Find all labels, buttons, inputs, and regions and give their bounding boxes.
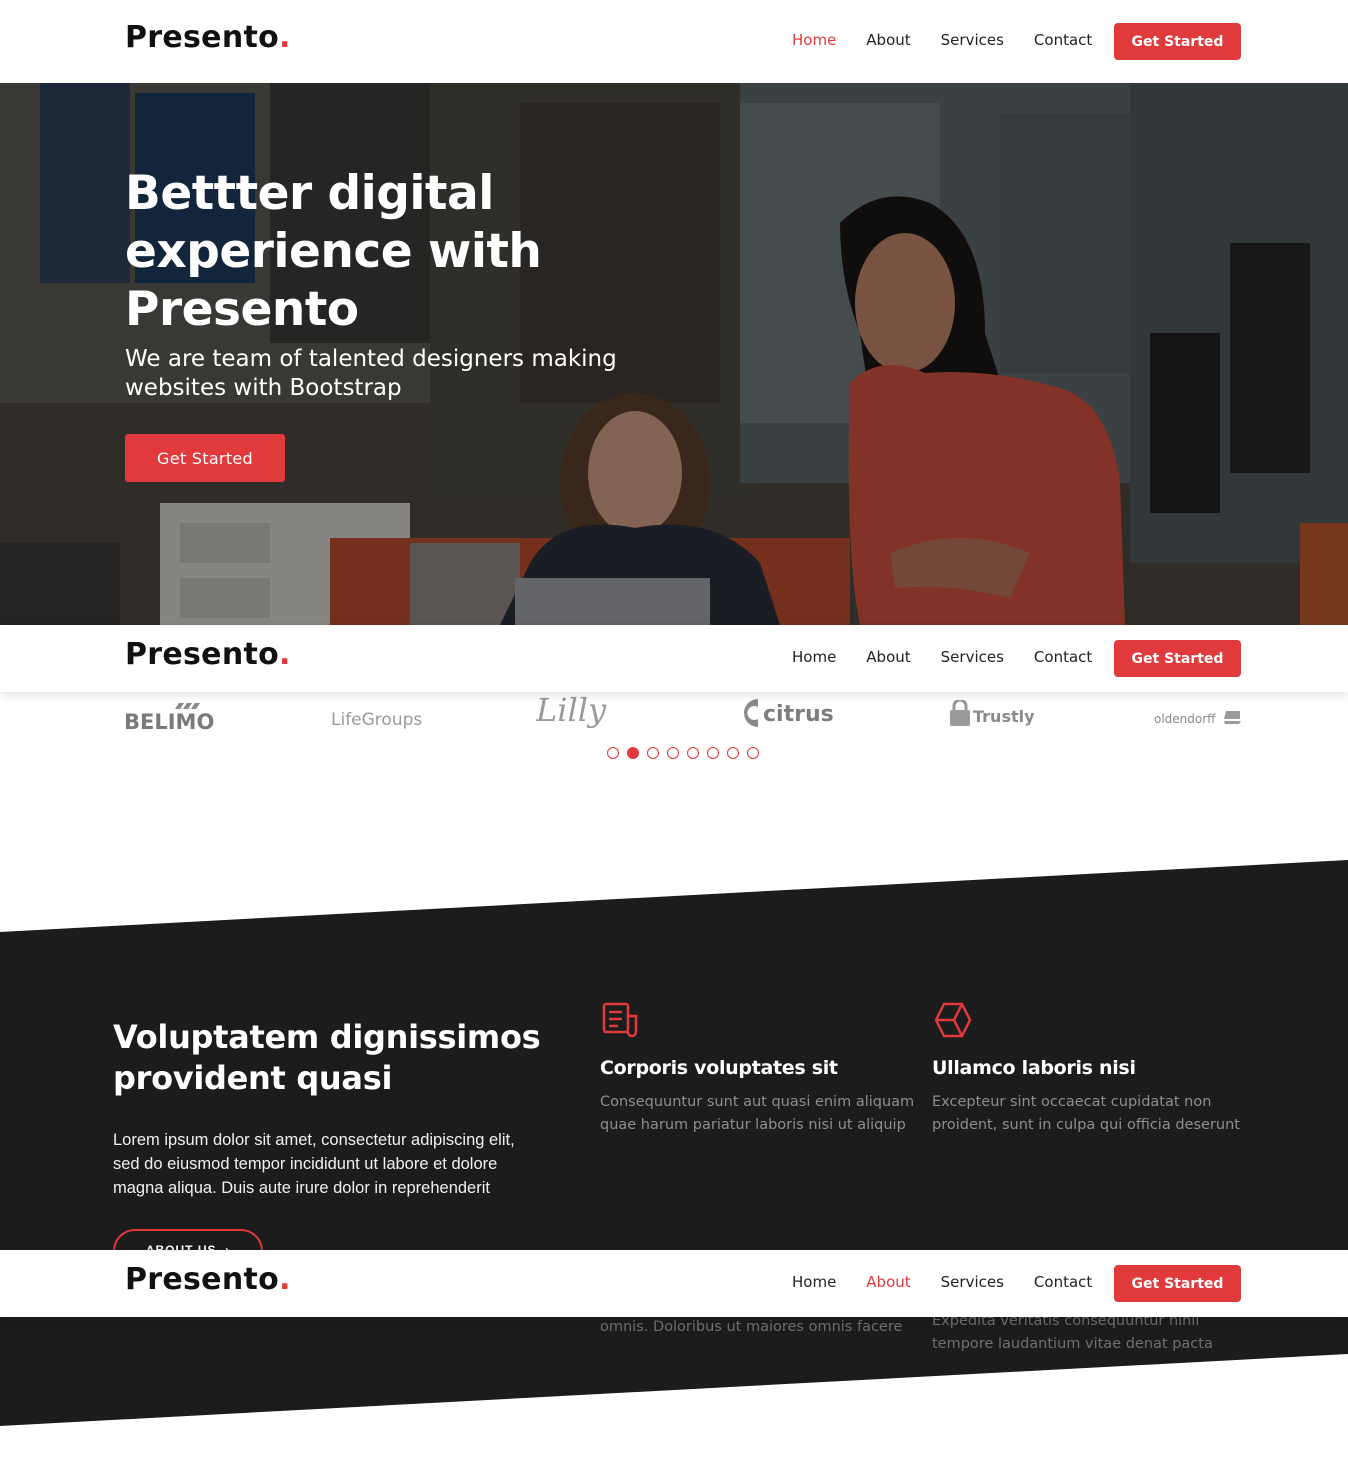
get-started-button[interactable]: Get Started (1114, 1265, 1241, 1302)
carousel-dot[interactable] (727, 747, 739, 759)
nav-home[interactable]: Home (792, 648, 836, 666)
clients-carousel: BELIMO LifeGroups Lilly citrus Trustly o… (0, 691, 1348, 772)
client-logo-text: Trustly (973, 707, 1035, 726)
trustly-logo-icon: Trustly (950, 700, 1035, 726)
nav-about[interactable]: About (866, 31, 910, 49)
sticky-header: Presento. Home About Services Contact Ge… (0, 625, 1348, 692)
citrus-logo-icon: citrus (744, 699, 834, 727)
client-logo-text: BELIMO (124, 710, 214, 733)
nav-home[interactable]: Home (792, 1273, 836, 1291)
nav-services[interactable]: Services (941, 648, 1004, 666)
carousel-dot[interactable] (607, 747, 619, 759)
feature-text-partial: omnis. Doloribus ut maiores omnis facere (600, 1319, 903, 1335)
carousel-dot[interactable] (647, 747, 659, 759)
logo-dot: . (279, 1262, 291, 1297)
nav-home[interactable]: Home (792, 31, 836, 49)
feature-text: Consequuntur sunt aut quasi enim aliquam… (600, 1094, 915, 1133)
client-logo-trustly: Trustly (948, 695, 1038, 735)
hero-title: Bettter digital experience with Presento (125, 166, 542, 337)
nav-contact[interactable]: Contact (1034, 1273, 1092, 1291)
feature-title: Ullamco laboris nisi (932, 1057, 1136, 1079)
main-nav: Home About Services Contact (792, 1273, 1122, 1291)
client-logo-citrus: citrus (744, 694, 834, 734)
nav-services[interactable]: Services (941, 31, 1004, 49)
nav-about[interactable]: About (866, 648, 910, 666)
client-logo-text: Lilly (536, 691, 607, 729)
feature-title: Corporis voluptates sit (600, 1057, 838, 1079)
get-started-button[interactable]: Get Started (1114, 23, 1241, 60)
lilly-logo-icon: Lilly (536, 691, 607, 729)
main-nav: Home About Services Contact (792, 648, 1122, 666)
logo-dot: . (279, 20, 291, 55)
carousel-dot[interactable] (747, 747, 759, 759)
main-nav: Home About Services Contact (792, 31, 1122, 49)
nav-contact[interactable]: Contact (1034, 31, 1092, 49)
carousel-dot[interactable] (707, 747, 719, 759)
logo-text: Presento (125, 1262, 280, 1297)
nav-about[interactable]: About (866, 1273, 910, 1291)
client-logo-lilly: Lilly (536, 691, 636, 732)
belimo-logo-icon: BELIMO (124, 703, 214, 733)
cube-icon (934, 1002, 972, 1038)
about-section: Voluptatem dignissimos provident quasi L… (0, 860, 1348, 1430)
receipt-icon (602, 1002, 638, 1038)
nav-services[interactable]: Services (941, 1273, 1004, 1291)
lifegroups-logo-icon: LifeGroups (331, 710, 422, 730)
carousel-pagination (607, 747, 759, 759)
client-logo-text: citrus (763, 702, 834, 727)
hero-subtitle: We are team of talented designers making… (125, 346, 617, 401)
client-logo-belimo: BELIMO (124, 698, 214, 738)
logo-text: Presento (125, 637, 280, 672)
nav-contact[interactable]: Contact (1034, 648, 1092, 666)
logo-text: Presento (125, 20, 280, 55)
hero-get-started-button[interactable]: Get Started (125, 434, 285, 482)
logo-dot: . (279, 637, 291, 672)
feature-item: Corporis voluptates sit Consequuntur sun… (600, 1000, 920, 1137)
sticky-header: Presento. Home About Services Contact Ge… (0, 1250, 1348, 1317)
site-logo[interactable]: Presento. (125, 20, 291, 55)
carousel-dot[interactable] (667, 747, 679, 759)
oldendorff-logo-icon: oldendorff (1154, 711, 1241, 726)
client-logo-text: LifeGroups (331, 710, 422, 730)
carousel-dot-active[interactable] (627, 747, 639, 759)
client-logo-lifegroups: LifeGroups (331, 698, 431, 738)
site-logo[interactable]: Presento. (125, 1262, 291, 1297)
about-title: Voluptatem dignissimos provident quasi (113, 1018, 541, 1097)
site-logo[interactable]: Presento. (125, 637, 291, 672)
site-header: Presento. Home About Services Contact Ge… (0, 0, 1348, 83)
feature-text: Excepteur sint occaecat cupidatat non pr… (932, 1094, 1240, 1133)
hero-section: Bettter digital experience with Presento… (0, 83, 1348, 625)
client-logo-text: oldendorff (1154, 712, 1216, 726)
get-started-button[interactable]: Get Started (1114, 640, 1241, 677)
client-logo-oldendorff: oldendorff (1154, 698, 1244, 738)
feature-item: Ullamco laboris nisi Excepteur sint occa… (932, 1000, 1252, 1137)
about-lead-text: Lorem ipsum dolor sit amet, consectetur … (113, 1131, 515, 1197)
carousel-dot[interactable] (687, 747, 699, 759)
